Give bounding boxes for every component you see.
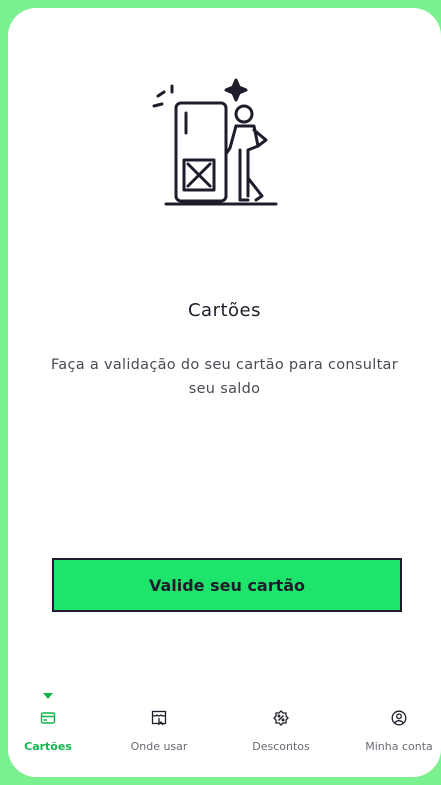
account-icon xyxy=(391,710,407,726)
tab-label: Minha conta xyxy=(365,740,433,753)
validate-card-button[interactable]: Valide seu cartão xyxy=(52,558,402,612)
bottom-tab-bar: Cartões Onde usar Descontos Minha conta xyxy=(8,688,441,758)
page-title: Cartões xyxy=(187,300,262,321)
tab-descontos[interactable]: Descontos xyxy=(226,688,336,758)
tab-minha-conta[interactable]: Minha conta xyxy=(344,688,441,758)
discount-icon xyxy=(273,710,289,726)
tab-onde-usar[interactable]: Onde usar xyxy=(104,688,214,758)
tab-cartoes[interactable]: Cartões xyxy=(8,688,103,758)
page-description: Faça a validação do seu cartão para cons… xyxy=(50,357,399,397)
card-icon xyxy=(40,712,56,724)
app-screen: Cartões Faça a validação do seu cartão p… xyxy=(8,8,441,777)
tab-label: Descontos xyxy=(252,740,310,753)
active-indicator-icon xyxy=(43,693,53,699)
tab-label: Onde usar xyxy=(130,740,188,753)
person-leaning-on-blocked-card-icon xyxy=(152,78,278,206)
tab-label: Cartões xyxy=(24,740,72,753)
store-icon xyxy=(151,710,167,726)
